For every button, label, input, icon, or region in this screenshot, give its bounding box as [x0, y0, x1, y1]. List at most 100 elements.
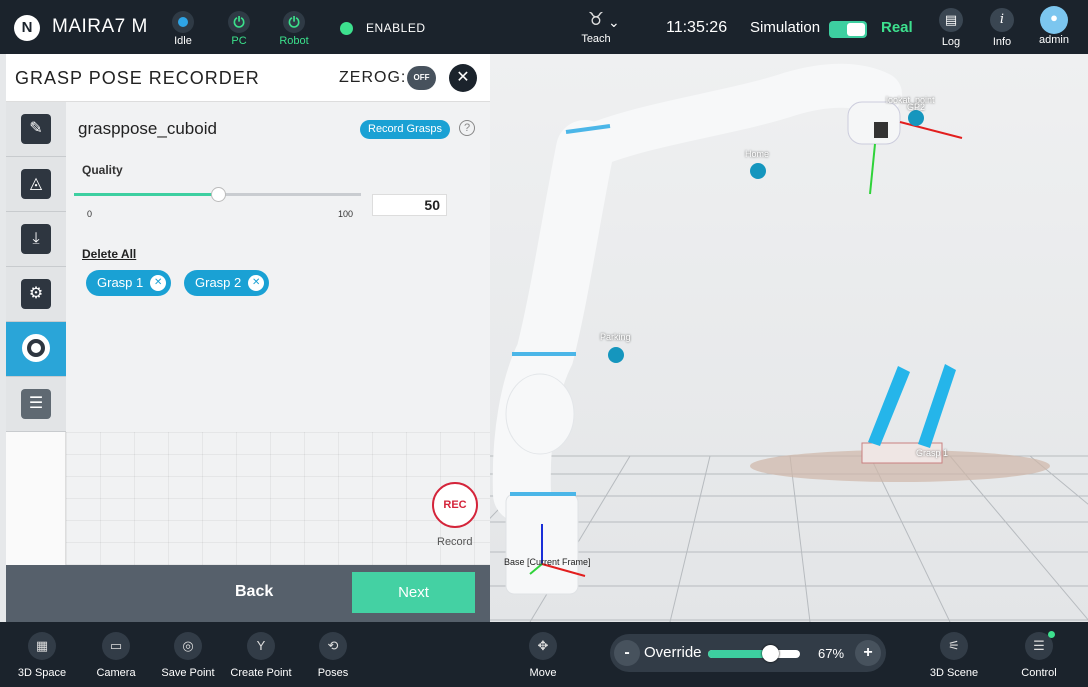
download-icon: ⤓: [21, 224, 51, 254]
record-label: Record: [437, 536, 473, 548]
state-robot-label: Robot: [279, 35, 309, 47]
tool-y-axis: [869, 143, 876, 195]
delete-all-link[interactable]: Delete All: [82, 247, 136, 261]
state-robot-button[interactable]: ⏻ Robot: [266, 0, 322, 54]
sidebar-item-edit[interactable]: ✎: [6, 102, 66, 157]
3d-space-label: 3D Space: [17, 667, 67, 679]
log-button[interactable]: ▤ Log: [926, 0, 976, 54]
quality-max-label: 100: [338, 209, 354, 219]
quality-slider-handle[interactable]: [210, 187, 226, 202]
move-label: Move: [529, 667, 557, 679]
quality-label: Quality: [82, 163, 123, 177]
override-slider-handle[interactable]: [761, 645, 779, 662]
sidebar-item-record[interactable]: [6, 322, 66, 377]
edit-icon: ✎: [21, 114, 51, 144]
close-icon: ✕: [456, 69, 470, 86]
camera-label: Camera: [96, 667, 136, 679]
simulation-label: Simulation: [750, 19, 821, 36]
sim-real-toggle[interactable]: [829, 21, 867, 38]
info-button[interactable]: i Info: [977, 0, 1027, 54]
state-idle-label: Idle: [174, 35, 192, 47]
brand-logo-icon: N: [14, 15, 40, 41]
camera-icon: ▭: [102, 632, 130, 660]
power-icon: ⏻: [228, 11, 250, 33]
move-button[interactable]: ✥ Move: [518, 622, 568, 687]
log-icon: ▤: [939, 8, 963, 32]
status-dot-icon: [172, 11, 194, 33]
recorder-content: grasppose_cuboid Record Grasps ? Quality…: [66, 102, 490, 565]
state-idle-button[interactable]: Idle: [155, 0, 211, 54]
zerog-toggle[interactable]: OFF: [407, 66, 436, 90]
parking-point-marker[interactable]: [608, 347, 624, 363]
sidebar-item-settings[interactable]: ☰: [6, 377, 66, 432]
record-icon: [22, 334, 50, 362]
help-icon[interactable]: ?: [459, 120, 475, 136]
grasp-chip[interactable]: Grasp 1 ✕: [86, 270, 172, 296]
scan-area-icon: ◬: [21, 169, 51, 199]
bottom-bar: ▦ 3D Space ▭ Camera ◎ Save Point Y Creat…: [0, 622, 1088, 687]
quality-min-label: 0: [87, 209, 93, 219]
sliders-icon: ☰: [21, 389, 51, 419]
control-button[interactable]: ☰ Control: [1010, 622, 1068, 687]
next-button[interactable]: Next: [352, 572, 475, 613]
zerog-label: ZEROG:: [339, 69, 407, 86]
poses-label: Poses: [317, 667, 349, 679]
3d-scene-button[interactable]: ⚟ 3D Scene: [924, 622, 984, 687]
step-sidebar: ✎ ◬ ⤓ ⚙ ☰: [6, 102, 66, 565]
file-name: grasppose_cuboid: [78, 119, 217, 138]
sidebar-item-download[interactable]: ⤓: [6, 212, 66, 267]
app-window: N MAIRA7 M Idle ⏻ PC ⏻ Robot ENABLED ♉ T…: [0, 0, 1088, 687]
quality-slider-fill: [74, 193, 218, 196]
home-label: Home: [745, 149, 770, 159]
power-icon: ⏻: [283, 11, 305, 33]
override-slider[interactable]: [708, 645, 800, 662]
info-label: Info: [992, 36, 1012, 48]
remove-icon[interactable]: ✕: [248, 275, 265, 291]
quality-value-input[interactable]: 50: [372, 194, 447, 216]
create-point-button[interactable]: Y Create Point: [226, 622, 296, 687]
control-status-dot: [1048, 631, 1055, 638]
camera-button[interactable]: ▭ Camera: [88, 622, 144, 687]
state-pc-button[interactable]: ⏻ PC: [211, 0, 267, 54]
grasp-chip[interactable]: Grasp 2 ✕: [184, 270, 270, 296]
top-bar: N MAIRA7 M Idle ⏻ PC ⏻ Robot ENABLED ♉ T…: [0, 0, 1088, 54]
back-button[interactable]: Back: [235, 583, 273, 601]
poses-button[interactable]: ⟲ Poses: [306, 622, 360, 687]
user-avatar-icon: ●: [1040, 6, 1068, 34]
log-label: Log: [941, 36, 961, 48]
3d-viewport[interactable]: lookat_point GP2 Home Parking Grasp 1 Ba…: [490, 54, 1088, 622]
quality-slider[interactable]: [74, 187, 361, 202]
rec-button[interactable]: REC: [432, 482, 478, 528]
3d-scene-graphic: [490, 63, 1088, 622]
move-icon: ✥: [529, 632, 557, 660]
floor-grid: [490, 455, 1088, 622]
3d-space-button[interactable]: ▦ 3D Space: [12, 622, 72, 687]
base-frame-label: Base [Current Frame]: [504, 557, 591, 567]
gripper-finger: [918, 364, 956, 448]
record-grasps-button[interactable]: Record Grasps: [360, 120, 450, 139]
override-minus-button[interactable]: -: [614, 640, 640, 666]
home-point-marker[interactable]: [750, 163, 766, 179]
info-icon: i: [990, 8, 1014, 32]
enabled-label: ENABLED: [366, 21, 426, 35]
save-point-button[interactable]: ◎ Save Point: [158, 622, 218, 687]
3d-scene-label: 3D Scene: [929, 667, 979, 679]
gripper-icon: ⚙: [21, 279, 51, 309]
override-value: 67%: [818, 646, 845, 661]
sidebar-item-gripper[interactable]: ⚙: [6, 267, 66, 322]
robot-upper-arm: [563, 63, 902, 171]
override-slider-fill: [708, 650, 770, 658]
robot-camera: [874, 122, 888, 138]
grasp-pose-recorder-panel: GRASP POSE RECORDER ZEROG: OFF ✕ ✎ ◬ ⤓ ⚙…: [6, 54, 490, 622]
admin-label: admin: [1039, 34, 1069, 46]
control-label: Control: [1021, 667, 1057, 679]
override-plus-button[interactable]: +: [855, 640, 881, 666]
remove-icon[interactable]: ✕: [150, 275, 167, 291]
gp2-label: GP2: [907, 102, 926, 112]
parking-label: Parking: [600, 332, 631, 342]
sidebar-item-scan-area[interactable]: ◬: [6, 157, 66, 212]
close-button[interactable]: ✕: [449, 64, 477, 92]
chevron-down-icon[interactable]: ⌄: [608, 14, 620, 31]
gp2-point-marker[interactable]: [908, 110, 924, 126]
admin-button[interactable]: ● admin: [1029, 0, 1079, 54]
